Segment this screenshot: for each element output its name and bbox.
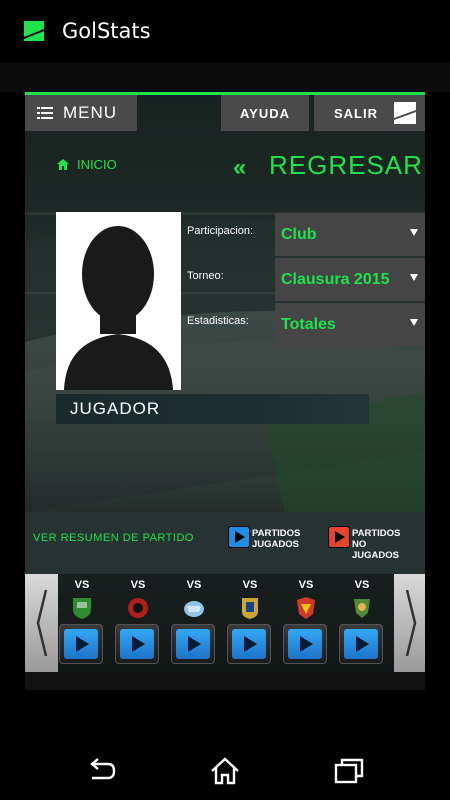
play-icon xyxy=(300,636,313,652)
home-nav-icon[interactable] xyxy=(208,754,242,788)
team-crest-icon xyxy=(128,598,148,618)
play-match-button[interactable] xyxy=(339,624,383,664)
header-gap xyxy=(0,62,450,92)
match-item: VS xyxy=(337,574,387,672)
player-name-bar: JUGADOR xyxy=(56,394,369,424)
match-item: VS xyxy=(57,574,107,672)
play-match-button[interactable] xyxy=(283,624,327,664)
dropdown-caret-icon xyxy=(410,274,418,281)
match-carousel: VS VS VS VS VS VS xyxy=(25,574,425,672)
vs-label: VS xyxy=(130,579,146,591)
play-icon xyxy=(356,636,369,652)
app-title: GolStats xyxy=(62,19,151,43)
chevron-right-icon xyxy=(405,589,416,657)
player-photo xyxy=(56,212,181,390)
not-played-matches-icon xyxy=(328,526,350,548)
participation-value: Club xyxy=(281,225,317,243)
not-played-matches-legend: PARTIDOS NO JUGADOS xyxy=(352,528,400,561)
match-item: VS xyxy=(113,574,163,672)
dropdown-caret-icon xyxy=(410,319,418,326)
play-icon xyxy=(188,636,201,652)
home-link[interactable]: INICIO xyxy=(57,157,117,172)
previous-matches-button[interactable] xyxy=(25,574,58,672)
participation-select[interactable]: Club xyxy=(275,213,425,256)
team-crest-icon xyxy=(242,598,258,619)
vs-label: VS xyxy=(298,579,314,591)
stats-label: Estadisticas: xyxy=(187,315,249,327)
play-match-button[interactable] xyxy=(59,624,103,664)
chevron-left-icon xyxy=(36,589,47,657)
back-arrows-icon[interactable]: « xyxy=(233,154,246,182)
played-line-2: JUGADOS xyxy=(252,539,299,550)
next-matches-button[interactable] xyxy=(394,574,425,672)
match-item: VS xyxy=(225,574,275,672)
play-icon xyxy=(76,636,89,652)
match-summary-title: VER RESUMEN DE PARTIDO xyxy=(33,532,194,544)
stats-select[interactable]: Totales xyxy=(275,303,425,346)
play-match-button[interactable] xyxy=(171,624,215,664)
back-button[interactable]: REGRESAR xyxy=(269,150,423,181)
dropdown-caret-icon xyxy=(410,229,418,236)
exit-button[interactable]: SALIR xyxy=(314,95,425,131)
help-button[interactable]: AYUDA xyxy=(221,95,309,131)
action-bar: GolStats xyxy=(0,0,450,62)
team-crest-icon xyxy=(297,597,315,619)
player-name: JUGADOR xyxy=(70,399,161,418)
play-icon xyxy=(244,636,257,652)
played-line-1: PARTIDOS xyxy=(252,528,301,539)
tournament-value: Clausura 2015 xyxy=(281,270,390,288)
home-label: INICIO xyxy=(77,157,117,172)
play-match-button[interactable] xyxy=(115,624,159,664)
match-item: VS xyxy=(281,574,331,672)
exit-label: SALIR xyxy=(334,105,378,121)
menu-list-icon xyxy=(37,107,53,119)
tournament-select[interactable]: Clausura 2015 xyxy=(275,258,425,301)
played-matches-legend: PARTIDOS JUGADOS xyxy=(252,528,300,550)
stats-value: Totales xyxy=(281,315,336,333)
vs-label: VS xyxy=(186,579,202,591)
system-navigation-bar xyxy=(0,740,450,800)
team-crest-icon xyxy=(184,601,204,617)
team-crest-icon xyxy=(354,599,370,618)
golstats-logo-icon[interactable] xyxy=(20,17,48,45)
vs-label: VS xyxy=(74,579,90,591)
main-panel: MENU AYUDA SALIR INICIO « REGRESAR JUGAD… xyxy=(25,92,425,690)
match-item: VS xyxy=(169,574,219,672)
team-crest-icon xyxy=(73,598,91,619)
menu-button[interactable]: MENU xyxy=(25,95,137,131)
participation-label: Participacion: xyxy=(187,225,254,237)
player-silhouette-icon xyxy=(64,226,173,390)
not-played-line-2: NO xyxy=(352,539,367,550)
play-icon xyxy=(132,636,145,652)
home-icon xyxy=(57,159,69,170)
golstats-emblem-icon xyxy=(394,102,416,124)
menu-label: MENU xyxy=(63,103,118,122)
panel-footer xyxy=(25,672,425,690)
vs-label: VS xyxy=(354,579,370,591)
match-summary-bar: VER RESUMEN DE PARTIDO PARTIDOS JUGADOS … xyxy=(25,512,425,574)
not-played-line-1: PARTIDOS xyxy=(352,528,401,539)
help-label: AYUDA xyxy=(239,105,291,121)
not-played-line-3: JUGADOS xyxy=(352,550,399,561)
tournament-label: Torneo: xyxy=(187,270,224,282)
play-match-button[interactable] xyxy=(227,624,271,664)
back-icon[interactable] xyxy=(84,754,118,788)
vs-label: VS xyxy=(242,579,258,591)
recent-apps-icon[interactable] xyxy=(332,754,366,788)
played-matches-icon xyxy=(228,526,250,548)
